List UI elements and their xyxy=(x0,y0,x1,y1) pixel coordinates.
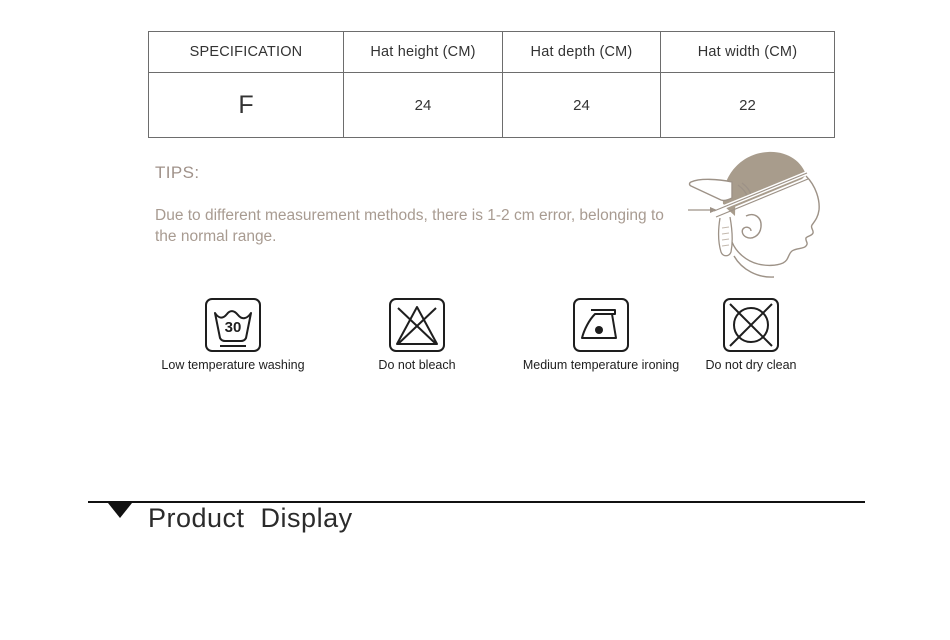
care-label: Low temperature washing xyxy=(161,358,305,372)
care-instructions-row: 30 Low temperature washing Do not bleach xyxy=(148,292,828,397)
care-item-low-temperature-washing: 30 Low temperature washing xyxy=(148,292,318,373)
care-label: Do not bleach xyxy=(378,358,456,372)
wash-tub-30-icon: 30 xyxy=(148,292,318,358)
table-row: F 24 24 22 xyxy=(148,72,835,138)
page-title: Product Display xyxy=(148,503,353,533)
cell-hat-width: 22 xyxy=(660,72,835,138)
table-header-row: SPECIFICATION Hat height (CM) Hat depth … xyxy=(148,31,835,73)
care-label: Medium temperature ironing xyxy=(522,358,680,372)
do-not-bleach-icon xyxy=(332,292,502,358)
do-not-dry-clean-icon xyxy=(666,292,836,358)
iron-one-dot-icon xyxy=(516,292,686,358)
cell-hat-height: 24 xyxy=(343,72,503,138)
cell-specification: F xyxy=(148,72,344,138)
tips-block: TIPS: Due to different measurement metho… xyxy=(155,163,685,247)
tips-title: TIPS: xyxy=(155,163,200,182)
tips-body: Due to different measurement methods, th… xyxy=(155,207,664,245)
triangle-down-icon xyxy=(108,503,132,518)
care-item-do-not-bleach: Do not bleach xyxy=(332,292,502,373)
care-item-do-not-dry-clean: Do not dry clean xyxy=(666,292,836,373)
care-label: Do not dry clean xyxy=(705,358,797,372)
column-header-specification: SPECIFICATION xyxy=(148,31,344,73)
care-item-medium-temperature-ironing: Medium temperature ironing xyxy=(516,292,686,373)
column-header-hat-height: Hat height (CM) xyxy=(343,31,503,73)
column-header-hat-depth: Hat depth (CM) xyxy=(502,31,661,73)
cell-hat-depth: 24 xyxy=(502,72,661,138)
head-with-cap-measurement-diagram xyxy=(688,138,832,280)
column-header-hat-width: Hat width (CM) xyxy=(660,31,835,73)
svg-text:30: 30 xyxy=(225,319,242,336)
size-specification-table: SPECIFICATION Hat height (CM) Hat depth … xyxy=(148,31,835,138)
